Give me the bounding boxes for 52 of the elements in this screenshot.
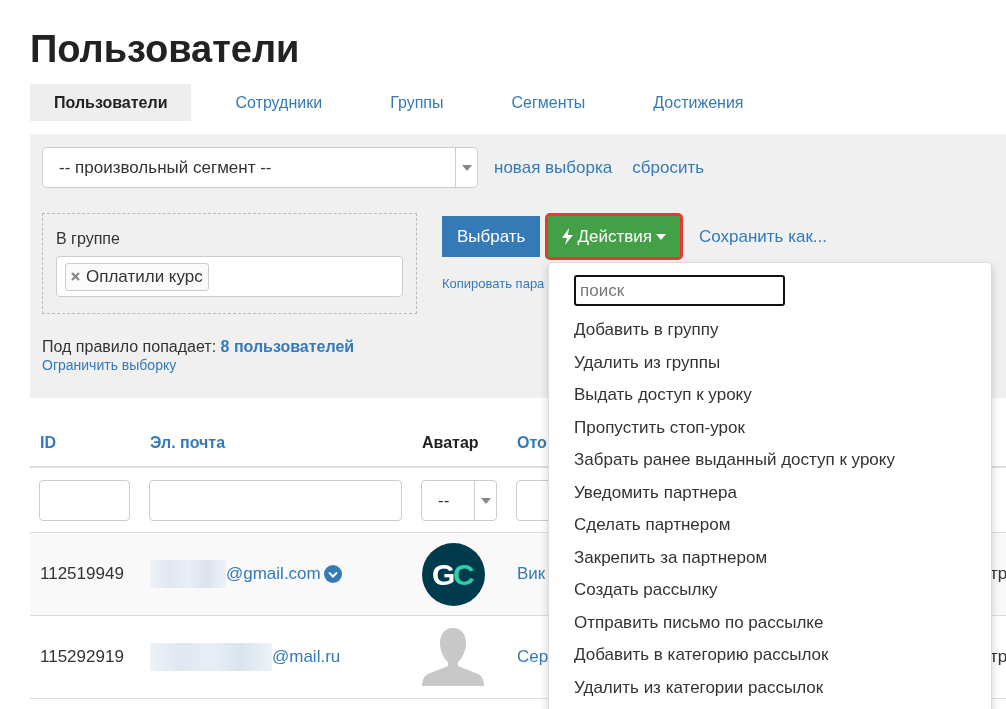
id-cell: 112519949: [40, 564, 124, 584]
column-header[interactable]: Эл. почта: [140, 426, 412, 468]
tab[interactable]: Сегменты: [487, 84, 610, 121]
menu-item[interactable]: Сделать партнером: [574, 509, 991, 542]
email-text: @gmail.com: [226, 564, 321, 584]
caret-icon: [480, 497, 491, 504]
remove-icon[interactable]: [71, 272, 80, 281]
table-cell: тр: [990, 564, 1006, 584]
caret-icon: [655, 233, 666, 240]
group-tag: Оплатили курс: [65, 262, 209, 291]
avatar-silhouette: [422, 628, 484, 686]
page-title: Пользователи: [30, 27, 301, 72]
menu-item[interactable]: Добавить в группу: [574, 314, 991, 347]
verified-check-icon: [323, 565, 342, 583]
menu-search-field[interactable]: поиск: [574, 275, 785, 306]
menu-item[interactable]: Забрать ранее выданный доступ к уроку: [574, 444, 991, 477]
caret-icon: [461, 164, 472, 171]
menu-item[interactable]: Добавить в категорию рассылок: [574, 639, 991, 672]
menu-item[interactable]: Уведомить партнера: [574, 476, 991, 509]
menu-item[interactable]: Удалить из категории рассылок: [574, 671, 991, 704]
menu-item[interactable]: Выдать доступ к уроку: [574, 379, 991, 412]
id-cell: 115292919: [40, 647, 124, 667]
select-button[interactable]: Выбрать: [442, 216, 541, 257]
limit-selection-link[interactable]: Ограничить выборку: [42, 357, 177, 373]
menu-item[interactable]: Закрепить за партнером: [574, 541, 991, 574]
rule-label: В группе: [56, 230, 121, 248]
tab[interactable]: Достижения: [629, 84, 768, 121]
column-header[interactable]: ID: [30, 426, 140, 468]
filter-input[interactable]: [149, 480, 402, 521]
filter-input[interactable]: [39, 480, 130, 521]
copy-params-link[interactable]: Копировать пара: [442, 276, 545, 291]
group-field[interactable]: Оплатили курс: [56, 256, 403, 297]
menu-item[interactable]: Отправить письмо по рассылке: [574, 606, 991, 639]
menu-item[interactable]: Создать рассылку: [574, 574, 991, 607]
name-link[interactable]: Вик: [517, 564, 546, 584]
menu-item[interactable]: Удалить из группы: [574, 346, 991, 379]
tab[interactable]: Сотрудники: [211, 84, 347, 121]
new-selection-link[interactable]: новая выборка: [494, 157, 613, 178]
name-link[interactable]: Сер: [517, 647, 549, 667]
reset-link[interactable]: сбросить: [632, 157, 705, 178]
save-as-link[interactable]: Сохранить как...: [698, 226, 828, 247]
column-header: Аватар: [412, 426, 507, 468]
avatar-filter-select[interactable]: --: [421, 480, 497, 521]
tab[interactable]: Группы: [366, 84, 468, 121]
email-text: @mail.ru: [272, 647, 341, 667]
lightning-icon: [562, 228, 574, 245]
menu-item[interactable]: Пропустить стоп-урок: [574, 411, 991, 444]
tab[interactable]: Пользователи: [30, 84, 192, 121]
table-cell: тр: [990, 647, 1006, 667]
avatar-logo: GC: [422, 542, 485, 606]
rule-summary: Под правило попадает: 8 пользователей: [42, 338, 355, 355]
segment-select[interactable]: -- произвольный сегмент --: [42, 147, 478, 188]
